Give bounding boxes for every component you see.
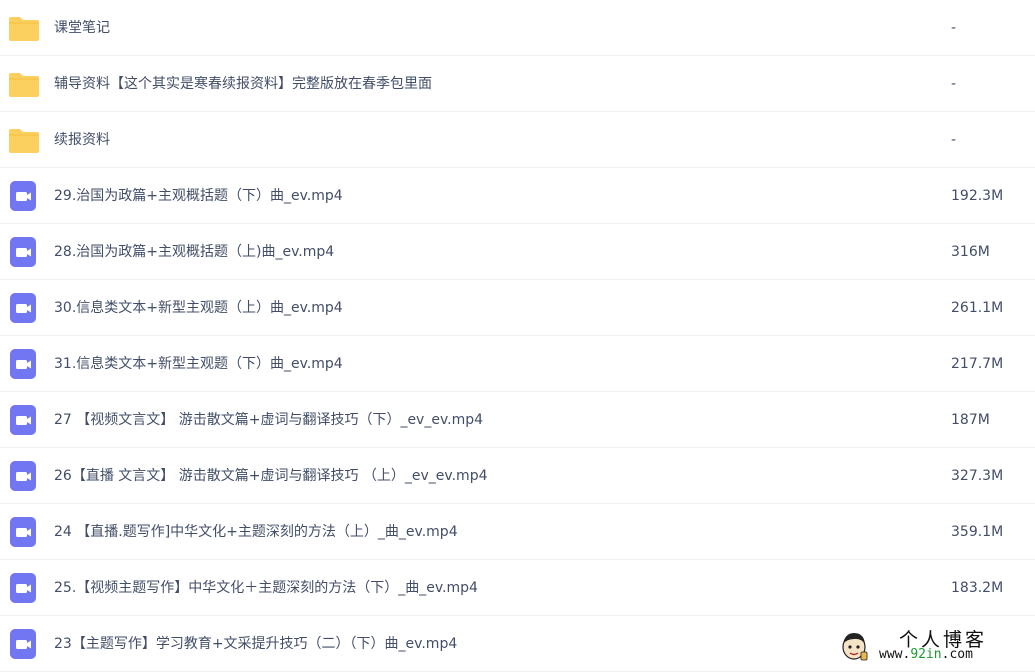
file-name[interactable]: 辅导资料【这个其实是寒春续报资料】完整版放在春季包里面 [54,56,432,112]
file-size: 217.7M [951,356,1004,372]
file-row[interactable]: 31.信息类文本+新型主观题（下）曲_ev.mp4 217.7M [0,336,1035,392]
folder-row[interactable]: 课堂笔记 - [0,0,1035,56]
file-row[interactable]: 25.【视频主题写作】中华文化＋主题深刻的方法（下）_曲_ev.mp4 183.2… [0,560,1035,616]
folder-row[interactable]: 辅导资料【这个其实是寒春续报资料】完整版放在春季包里面 - [0,56,1035,112]
video-file-icon [8,348,40,380]
video-file-icon [8,404,40,436]
file-size: 327.3M [951,468,1004,484]
video-file-icon [8,572,40,604]
file-list: 课堂笔记 - 辅导资料【这个其实是寒春续报资料】完整版放在春季包里面 - 续报资料 - 29… [0,0,1035,672]
file-size: - [951,20,957,36]
file-name[interactable]: 24 【直播.题写作]中华文化+主题深刻的方法（上）_曲_ev.mp4 [54,504,458,560]
video-file-icon [8,460,40,492]
file-name[interactable]: 23【主题写作】学习教育+文采提升技巧（二）（下）曲_ev.mp4 [54,616,457,672]
avatar-logo-icon [842,633,868,661]
file-name[interactable]: 29.治国为政篇+主观概括题（下）曲_ev.mp4 [54,168,343,224]
file-name[interactable]: 27 【视频文言文】 游击散文篇+虚词与翻译技巧（下）_ev_ev.mp4 [54,392,483,448]
folder-icon [8,68,40,100]
file-name[interactable]: 25.【视频主题写作】中华文化＋主题深刻的方法（下）_曲_ev.mp4 [54,560,478,616]
file-size: - [951,132,957,148]
video-file-icon [8,292,40,324]
video-file-icon [8,180,40,212]
file-size: 192.3M [951,188,1004,204]
file-name[interactable]: 30.信息类文本+新型主观题（上）曲_ev.mp4 [54,280,343,336]
file-size: 316M [951,244,990,260]
video-file-icon [8,628,40,660]
file-row[interactable]: 30.信息类文本+新型主观题（上）曲_ev.mp4 261.1M [0,280,1035,336]
file-name[interactable]: 28.治国为政篇+主观概括题（上)曲_ev.mp4 [54,224,334,280]
file-row[interactable]: 24 【直播.题写作]中华文化+主题深刻的方法（上）_曲_ev.mp4 359.1… [0,504,1035,560]
file-row[interactable]: 27 【视频文言文】 游击散文篇+虚词与翻译技巧（下）_ev_ev.mp4 187… [0,392,1035,448]
file-row[interactable]: 28.治国为政篇+主观概括题（上)曲_ev.mp4 316M [0,224,1035,280]
file-row[interactable]: 26【直播 文言文】 游击散文篇+虚词与翻译技巧 （上）_ev_ev.mp4 32… [0,448,1035,504]
file-row[interactable]: 29.治国为政篇+主观概括题（下）曲_ev.mp4 192.3M [0,168,1035,224]
file-name[interactable]: 续报资料 [54,112,110,168]
folder-icon [8,124,40,156]
video-file-icon [8,236,40,268]
watermark-url-highlight: 92in [910,647,942,662]
watermark-url-prefix: www. [879,647,911,662]
watermark: 个人博客 www.92in.com [839,628,1029,664]
file-size: 261.1M [951,300,1004,316]
watermark-url-suffix: .com [941,647,973,662]
file-size: - [951,76,957,92]
file-name[interactable]: 26【直播 文言文】 游击散文篇+虚词与翻译技巧 （上）_ev_ev.mp4 [54,448,488,504]
file-size: 359.1M [951,524,1004,540]
file-name[interactable]: 31.信息类文本+新型主观题（下）曲_ev.mp4 [54,336,343,392]
file-size: 183.2M [951,580,1004,596]
file-size: 187M [951,412,990,428]
folder-row[interactable]: 续报资料 - [0,112,1035,168]
folder-icon [8,12,40,44]
watermark-url: www.92in.com [879,647,973,662]
video-file-icon [8,516,40,548]
file-name[interactable]: 课堂笔记 [54,0,110,56]
